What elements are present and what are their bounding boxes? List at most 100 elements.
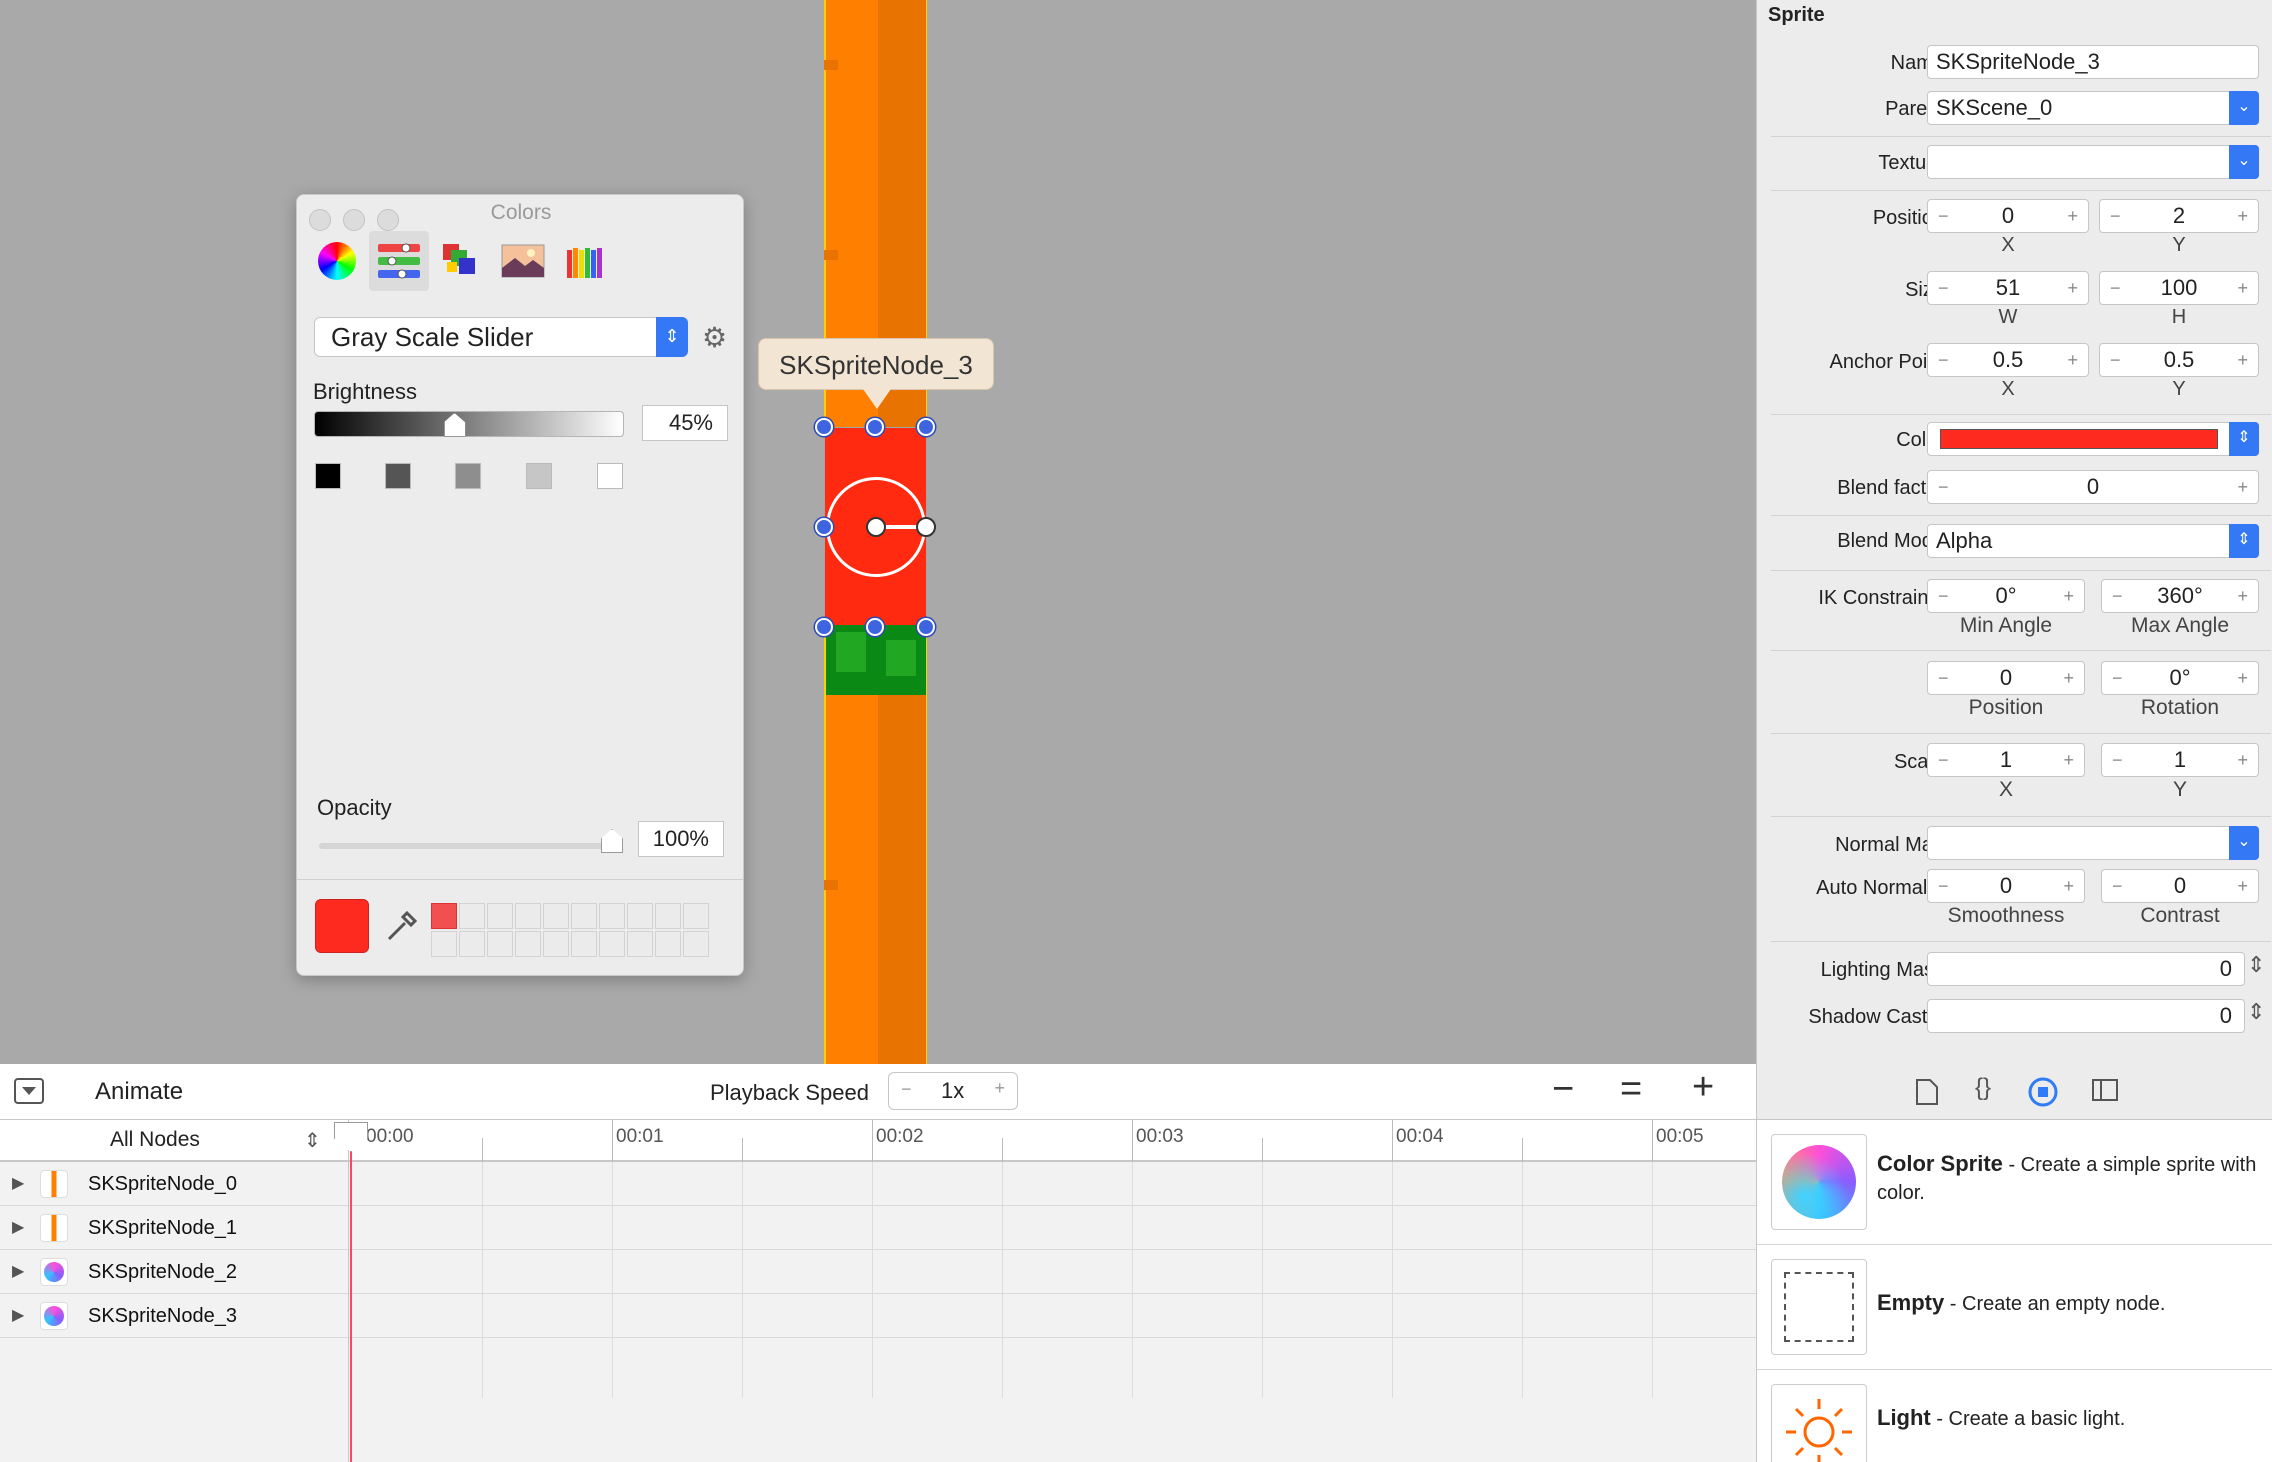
anchor-handle[interactable] <box>866 517 886 537</box>
image-palettes-tab[interactable] <box>493 231 553 291</box>
disclosure-icon[interactable]: ▶ <box>12 1294 24 1338</box>
library-item-color-sprite[interactable]: Color Sprite - Create a simple sprite wi… <box>1757 1120 2272 1245</box>
node-row[interactable]: ▶ SKSpriteNode_2 <box>0 1250 1756 1294</box>
resize-handle-b[interactable] <box>866 618 884 636</box>
saved-color-cell[interactable] <box>515 931 541 957</box>
swatch-white[interactable] <box>597 463 623 489</box>
size-w-stepper[interactable]: −51 + <box>1927 271 2089 305</box>
texture-select[interactable]: ⌄ <box>1927 145 2259 179</box>
parent-select[interactable]: SKScene_0 ⌄ <box>1927 91 2259 125</box>
resize-handle-t[interactable] <box>866 418 884 436</box>
swatch-black[interactable] <box>315 463 341 489</box>
saved-color-cell[interactable] <box>683 931 709 957</box>
saved-color-cell[interactable] <box>431 931 457 957</box>
z-position-stepper[interactable]: −0 + <box>1927 661 2085 695</box>
saved-color-cell[interactable] <box>655 903 681 929</box>
brightness-thumb[interactable] <box>443 413 466 437</box>
saved-color-cell[interactable] <box>543 931 569 957</box>
saved-color-cell[interactable] <box>599 931 625 957</box>
stepper-icon[interactable]: ⇕ <box>2247 952 2265 978</box>
saved-color-cell[interactable] <box>459 931 485 957</box>
color-wheel-tab[interactable] <box>307 231 367 291</box>
eyedropper-icon[interactable] <box>383 909 417 943</box>
saved-color-cell[interactable] <box>515 903 541 929</box>
node-row[interactable]: ▶ SKSpriteNode_1 <box>0 1206 1756 1250</box>
swatch-gray[interactable] <box>455 463 481 489</box>
brightness-field[interactable]: 45% <box>642 405 728 441</box>
plus-icon[interactable]: + <box>994 1078 1005 1099</box>
current-color-well[interactable] <box>315 899 369 953</box>
resize-handle-bl[interactable] <box>815 618 833 636</box>
media-library-icon[interactable] <box>2091 1078 2119 1102</box>
zoom-reset-icon[interactable]: = <box>1620 1068 1642 1111</box>
gear-icon[interactable]: ⚙ <box>702 321 727 354</box>
stepper-icon[interactable]: ⇕ <box>2247 999 2265 1025</box>
scale-y-stepper[interactable]: −1 + <box>2101 743 2259 777</box>
object-library-icon[interactable] <box>2027 1076 2059 1108</box>
opacity-thumb[interactable] <box>601 829 623 853</box>
node-row[interactable]: ▶ SKSpriteNode_3 <box>0 1294 1756 1338</box>
resize-handle-tl[interactable] <box>815 418 833 436</box>
colors-panel[interactable]: Colors Gray Scale Slider ⇕ ⚙ Brightness … <box>296 194 744 976</box>
position-y-stepper[interactable]: −2 + <box>2099 199 2259 233</box>
disclosure-icon[interactable]: ▶ <box>12 1250 24 1294</box>
name-field[interactable]: SKSpriteNode_3 <box>1927 45 2259 79</box>
zoom-out-icon[interactable]: − <box>1552 1068 1574 1111</box>
saved-color-cell[interactable] <box>543 903 569 929</box>
size-h-stepper[interactable]: −100 + <box>2099 271 2259 305</box>
disclosure-icon[interactable]: ▶ <box>12 1206 24 1250</box>
brightness-slider[interactable] <box>314 411 624 437</box>
ik-max-stepper[interactable]: −360° + <box>2101 579 2259 613</box>
file-icon[interactable] <box>1915 1078 1939 1106</box>
scene-canvas[interactable]: SKSpriteNode_3 Colors Gray Scale Slider … <box>0 0 1756 1064</box>
blend-mode-select[interactable]: Alpha ⇕ <box>1927 524 2259 558</box>
saved-color-cell[interactable] <box>571 931 597 957</box>
saved-color-cell[interactable] <box>599 903 625 929</box>
library-item-empty[interactable]: Empty - Create an empty node. <box>1757 1245 2272 1370</box>
blend-factor-stepper[interactable]: −0 + <box>1927 470 2259 504</box>
anchor-x-stepper[interactable]: −0.5 + <box>1927 343 2089 377</box>
color-palettes-tab[interactable] <box>431 231 491 291</box>
action-editor[interactable]: Animate Playback Speed − 1x + − = + All … <box>0 1064 1783 1462</box>
scale-x-stepper[interactable]: −1 + <box>1927 743 2085 777</box>
contrast-stepper[interactable]: −0 + <box>2101 869 2259 903</box>
rotation-handle[interactable] <box>916 517 936 537</box>
shadow-cast-field[interactable]: 0 <box>1927 999 2245 1033</box>
position-x-stepper[interactable]: −0 + <box>1927 199 2089 233</box>
saved-color-cell[interactable] <box>431 903 457 929</box>
node-row[interactable]: ▶ SKSpriteNode_0 <box>0 1162 1756 1206</box>
code-snippet-icon[interactable]: {} <box>1975 1074 1991 1102</box>
opacity-field[interactable]: 100% <box>638 821 724 857</box>
disclosure-icon[interactable]: ▶ <box>12 1162 24 1206</box>
playback-speed-stepper[interactable]: − 1x + <box>888 1072 1018 1110</box>
z-rotation-stepper[interactable]: −0° + <box>2101 661 2259 695</box>
saved-color-cell[interactable] <box>487 903 513 929</box>
saved-color-cell[interactable] <box>627 903 653 929</box>
node-filter[interactable]: All Nodes <box>110 1128 200 1152</box>
normal-map-select[interactable]: ⌄ <box>1927 826 2259 860</box>
color-well[interactable]: ⇕ <box>1927 422 2259 456</box>
pencils-tab[interactable] <box>555 231 615 291</box>
color-sliders-tab[interactable] <box>369 231 429 291</box>
collapse-icon[interactable] <box>14 1078 44 1104</box>
resize-handle-br[interactable] <box>917 618 935 636</box>
chevron-updown-icon[interactable]: ⇕ <box>304 1128 321 1153</box>
saved-color-cell[interactable] <box>487 931 513 957</box>
saved-color-cell[interactable] <box>655 931 681 957</box>
saved-color-cell[interactable] <box>459 903 485 929</box>
swatch-light-gray[interactable] <box>526 463 552 489</box>
minus-icon[interactable]: − <box>901 1079 912 1100</box>
saved-color-cell[interactable] <box>683 903 709 929</box>
zoom-in-icon[interactable]: + <box>1692 1066 1714 1109</box>
swatch-dark-gray[interactable] <box>385 463 411 489</box>
library-item-light[interactable]: Light - Create a basic light. <box>1757 1370 2272 1462</box>
smoothness-stepper[interactable]: −0 + <box>1927 869 2085 903</box>
ik-min-stepper[interactable]: −0° + <box>1927 579 2085 613</box>
resize-handle-l[interactable] <box>815 518 833 536</box>
resize-handle-tr[interactable] <box>917 418 935 436</box>
opacity-slider[interactable] <box>319 829 623 853</box>
saved-color-cell[interactable] <box>627 931 653 957</box>
saved-color-cell[interactable] <box>571 903 597 929</box>
anchor-y-stepper[interactable]: −0.5 + <box>2099 343 2259 377</box>
lighting-mask-field[interactable]: 0 <box>1927 952 2245 986</box>
